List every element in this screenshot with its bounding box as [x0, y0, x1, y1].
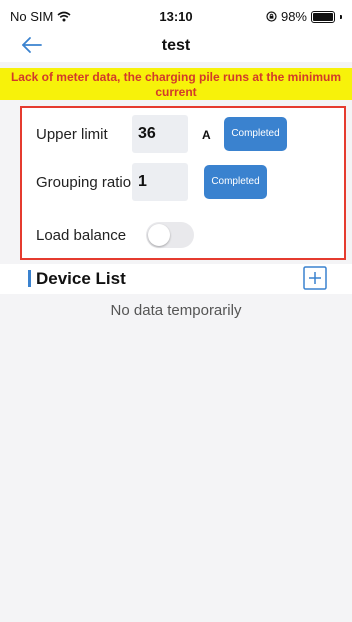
- section-accent-bar: [28, 270, 31, 287]
- status-right: 98%: [266, 9, 342, 24]
- battery-level-fill: [313, 12, 333, 21]
- page-title: test: [161, 37, 191, 54]
- battery-cap: [340, 14, 342, 19]
- plus-box-icon[interactable]: [303, 266, 327, 290]
- grouping-ratio-complete-button[interactable]: Completed: [204, 165, 267, 199]
- upper-limit-unit: A: [202, 128, 211, 142]
- grouping-ratio-label: Grouping ratio: [36, 174, 132, 191]
- device-list-title: Device List: [36, 269, 126, 288]
- battery-icon: [311, 10, 335, 23]
- upper-limit-complete-button[interactable]: Completed: [224, 117, 287, 151]
- upper-limit-label: Upper limit: [36, 126, 108, 143]
- nav-bar: test: [0, 30, 352, 62]
- device-list-header: Device List: [0, 264, 352, 294]
- upper-limit-input[interactable]: 36: [132, 115, 188, 153]
- orientation-lock-icon: [266, 11, 277, 22]
- status-bar: No SIM 13:10 98%: [0, 0, 352, 30]
- upper-limit-row: Upper limit 36 A Completed: [22, 115, 344, 155]
- toggle-knob: [148, 224, 170, 246]
- warning-banner: Lack of meter data, the charging pile ru…: [0, 68, 352, 100]
- load-balance-toggle[interactable]: [146, 222, 194, 248]
- grouping-ratio-row: Grouping ratio 1 Completed: [22, 163, 344, 203]
- empty-state-text: No data temporarily: [110, 302, 242, 319]
- settings-card: Upper limit 36 A Completed Grouping rati…: [20, 106, 346, 260]
- load-balance-label: Load balance: [36, 227, 127, 244]
- battery-percent: 98%: [280, 9, 307, 24]
- grouping-ratio-input[interactable]: 1: [132, 163, 188, 201]
- load-balance-row: Load balance: [22, 216, 344, 256]
